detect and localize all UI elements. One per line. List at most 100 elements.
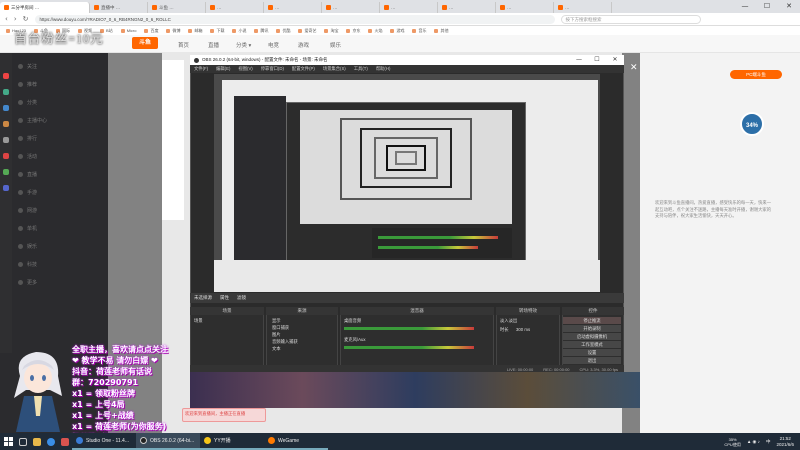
- taskbar-app-studio-one[interactable]: Studio One - 11.4...: [72, 433, 136, 450]
- site-nav-link[interactable]: 直播: [208, 41, 219, 49]
- scene-item[interactable]: 场景: [194, 318, 203, 324]
- browser-tab[interactable]: …: [554, 2, 612, 13]
- sidebar-item[interactable]: 单机: [18, 225, 37, 232]
- bookmark-item[interactable]: 淘宝: [324, 28, 338, 34]
- site-nav-link[interactable]: 分类 ▾: [236, 41, 251, 49]
- obs-menu-item[interactable]: 视图(V): [238, 66, 252, 72]
- taskview-icon[interactable]: [16, 433, 30, 450]
- site-nav-link[interactable]: 娱乐: [330, 41, 341, 49]
- bookmark-item[interactable]: 音乐: [412, 28, 426, 34]
- bookmark-item[interactable]: 邮箱: [188, 28, 202, 34]
- properties-button[interactable]: 属性: [220, 295, 229, 301]
- bookmark-item[interactable]: 腾讯: [254, 28, 268, 34]
- transition-select[interactable]: 淡入淡出: [500, 318, 517, 324]
- tray-icons[interactable]: ▲ ◉ ♪: [747, 439, 760, 445]
- app-icon[interactable]: [3, 105, 9, 111]
- app-icon[interactable]: [3, 153, 9, 159]
- obs-minimize-button[interactable]: —: [570, 55, 588, 65]
- bookmark-item[interactable]: 下载: [210, 28, 224, 34]
- filters-button[interactable]: 滤镜: [237, 295, 246, 301]
- browser-tab[interactable]: 三分半房间 …: [0, 2, 90, 13]
- obs-menu-item[interactable]: 编辑(E): [216, 66, 230, 72]
- duration-input[interactable]: 300 ms: [516, 327, 530, 332]
- sidebar-item[interactable]: 直播: [18, 171, 37, 178]
- taskbar-app-yy[interactable]: YY开播: [200, 433, 264, 450]
- obs-menu-item[interactable]: 帮助(H): [376, 66, 391, 72]
- bookmark-item[interactable]: 优酷: [276, 28, 290, 34]
- close-button[interactable]: ✕: [778, 0, 800, 13]
- source-item[interactable]: 窗口捕获: [272, 325, 289, 331]
- app-icon[interactable]: [58, 433, 72, 450]
- virtual-camera-button[interactable]: 启动虚拟摄像机: [563, 333, 621, 340]
- maximize-button[interactable]: ☐: [756, 0, 778, 13]
- bookmark-item[interactable]: Micro: [120, 28, 136, 33]
- sidebar-item[interactable]: 排行: [18, 135, 37, 142]
- taskbar-app-obs[interactable]: OBS 26.0.2 (64-bi...: [136, 433, 200, 450]
- browser-tab[interactable]: …: [438, 2, 496, 13]
- site-logo[interactable]: 斗鱼: [132, 37, 158, 49]
- exit-button[interactable]: 退出: [563, 357, 621, 364]
- obs-maximize-button[interactable]: ☐: [588, 55, 606, 65]
- bookmark-item[interactable]: 游戏: [390, 28, 404, 34]
- obs-menu-item[interactable]: 场景集合(S): [323, 66, 346, 72]
- obs-menu-item[interactable]: 文件(F): [194, 66, 208, 72]
- bookmark-item[interactable]: 其他: [434, 28, 448, 34]
- taskbar-app-wegame[interactable]: WeGame: [264, 433, 328, 450]
- windows-start-icon[interactable]: [0, 433, 16, 450]
- stop-streaming-button[interactable]: 停止推流: [563, 317, 621, 324]
- search-input[interactable]: 按下方搜索框搜索: [560, 14, 701, 24]
- browser-icon[interactable]: [44, 433, 58, 450]
- reload-icon[interactable]: ↻: [23, 15, 29, 23]
- browser-tab[interactable]: …: [380, 2, 438, 13]
- site-nav-link[interactable]: 游戏: [298, 41, 309, 49]
- start-recording-button[interactable]: 开始录制: [563, 325, 621, 332]
- bookmark-item[interactable]: 百度: [144, 28, 158, 34]
- sidebar-item[interactable]: 分类: [18, 99, 37, 106]
- sidebar-item[interactable]: 手游: [18, 189, 37, 196]
- app-icon[interactable]: [3, 73, 9, 79]
- app-icon[interactable]: [3, 137, 9, 143]
- source-item[interactable]: 文本: [272, 346, 281, 352]
- bookmark-item[interactable]: 火焰: [368, 28, 382, 34]
- site-nav-link[interactable]: 首页: [178, 41, 189, 49]
- bookmark-item[interactable]: 京东: [346, 28, 360, 34]
- platform-badge[interactable]: PC端斗鱼: [730, 70, 782, 79]
- browser-tab[interactable]: …: [264, 2, 322, 13]
- browser-tab[interactable]: …: [322, 2, 380, 13]
- site-nav-link[interactable]: 电竞: [268, 41, 279, 49]
- app-icon[interactable]: [3, 185, 9, 191]
- modal-close-icon[interactable]: ✕: [630, 63, 638, 73]
- browser-tab[interactable]: …: [496, 2, 554, 13]
- browser-tab[interactable]: 斗鱼 …: [148, 2, 206, 13]
- settings-button[interactable]: 设置: [563, 349, 621, 356]
- app-icon[interactable]: [3, 121, 9, 127]
- source-item[interactable]: 显示: [272, 318, 281, 324]
- clock[interactable]: 21:52 2021/6/6: [776, 436, 794, 448]
- ime-indicator[interactable]: 中: [766, 439, 771, 445]
- studio-mode-button[interactable]: 工作室模式: [563, 341, 621, 348]
- sidebar-item[interactable]: 娱乐: [18, 243, 37, 250]
- bookmark-item[interactable]: 爱奇艺: [298, 28, 316, 34]
- explorer-icon[interactable]: [30, 433, 44, 450]
- app-icon[interactable]: [3, 169, 9, 175]
- sidebar-item[interactable]: 更多: [18, 279, 37, 286]
- browser-tab[interactable]: 直播中 …: [90, 2, 148, 13]
- obs-close-button[interactable]: ✕: [606, 55, 624, 65]
- obs-menu-item[interactable]: 停靠窗口(D): [261, 66, 284, 72]
- sidebar-item[interactable]: 关注: [18, 63, 37, 70]
- back-icon[interactable]: ‹: [5, 15, 8, 23]
- source-item[interactable]: 图片: [272, 332, 281, 338]
- sidebar-item[interactable]: 主播中心: [18, 117, 47, 124]
- sidebar-item[interactable]: 网游: [18, 207, 37, 214]
- bookmark-item[interactable]: 微博: [166, 28, 180, 34]
- forward-icon[interactable]: ›: [14, 15, 17, 23]
- app-icon[interactable]: [3, 89, 9, 95]
- source-item[interactable]: 音频输入捕获: [272, 339, 298, 345]
- sidebar-item[interactable]: 活动: [18, 153, 37, 160]
- obs-menu-item[interactable]: 配置文件(P): [292, 66, 315, 72]
- minimize-button[interactable]: —: [734, 0, 756, 13]
- bookmark-item[interactable]: 小说: [232, 28, 246, 34]
- sidebar-item[interactable]: 科技: [18, 261, 37, 268]
- sidebar-item[interactable]: 推荐: [18, 81, 37, 88]
- url-input[interactable]: https://www.douyu.com/?RADIO7_0_6_RB4RNG…: [34, 14, 555, 24]
